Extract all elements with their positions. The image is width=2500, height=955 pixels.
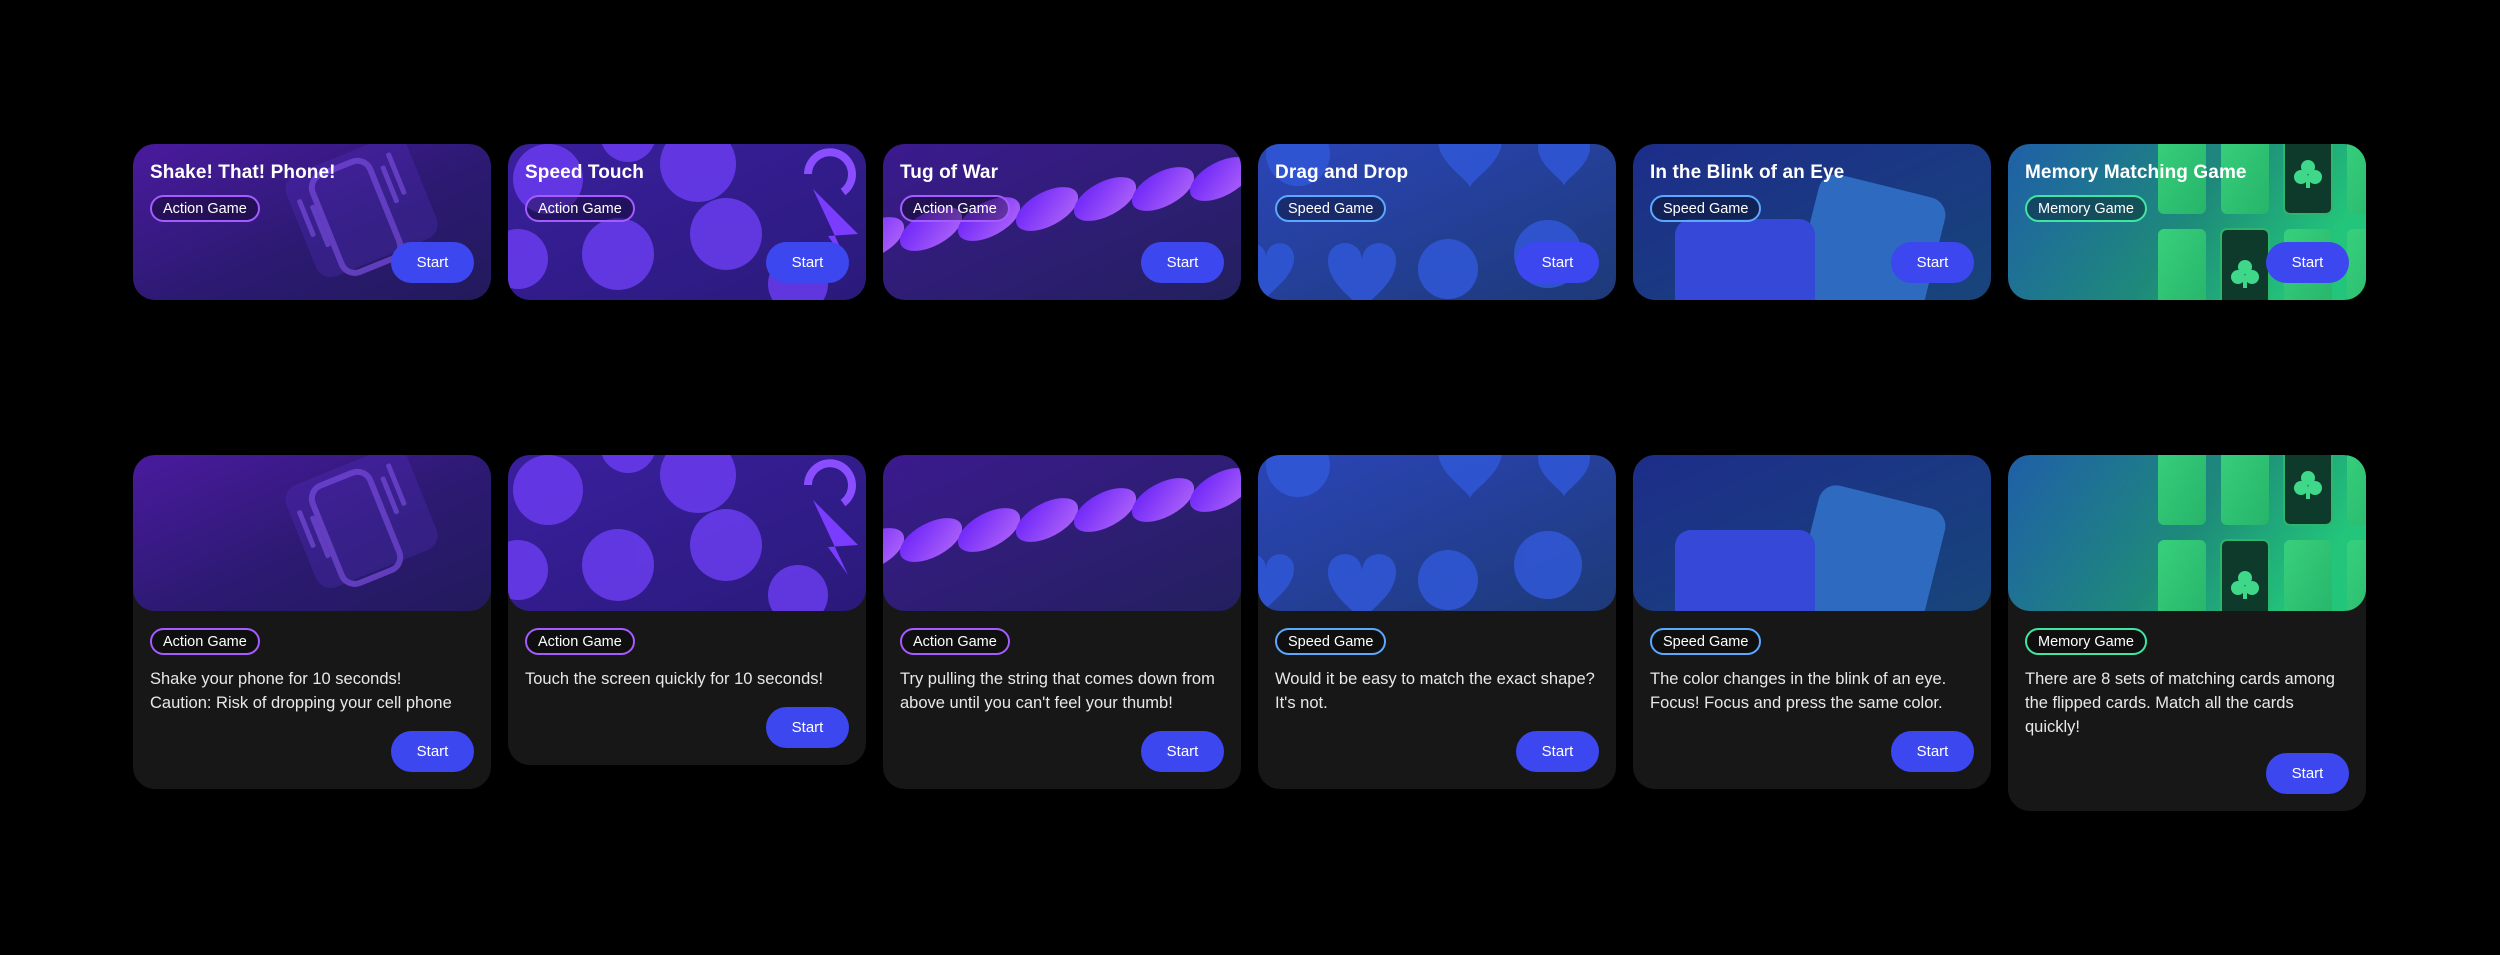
game-card-compact-shake[interactable]: Shake! That! Phone! Action Game Start [133, 144, 491, 300]
memory-artwork [2008, 455, 2366, 611]
start-button[interactable]: Start [2266, 242, 2349, 283]
description-line: Would it be easy to match the exact shap… [1275, 670, 1595, 688]
genre-badge: Speed Game [1275, 195, 1387, 222]
game-card-detail-blink[interactable]: Speed Game The color changes in the blin… [1633, 455, 1991, 789]
description-line: Touch the screen quickly for 10 seconds! [525, 670, 824, 688]
start-button[interactable]: Start [766, 707, 849, 748]
game-description: There are 8 sets of matching cards among… [2025, 667, 2349, 739]
description-line: Caution: Risk of dropping your cell phon… [150, 694, 452, 712]
card-body: Action Game Try pulling the string that … [883, 611, 1241, 715]
game-description: Would it be easy to match the exact shap… [1275, 667, 1599, 715]
genre-badge: Action Game [900, 628, 1010, 655]
description-line: Shake your phone for 10 seconds! [150, 670, 402, 688]
description-line: There are 8 sets of matching cards among [2025, 670, 2335, 688]
blink-artwork [1633, 455, 1991, 611]
game-card-compact-memory[interactable]: Memory Matching Game Memory Game Start [2008, 144, 2366, 300]
start-button[interactable]: Start [766, 242, 849, 283]
game-card-compact-speed[interactable]: Speed Touch Action Game Start [508, 144, 866, 300]
game-card-compact-blink[interactable]: In the Blink of an Eye Speed Game Start [1633, 144, 1991, 300]
game-title: In the Blink of an Eye [1650, 162, 1845, 183]
genre-badge: Action Game [525, 628, 635, 655]
game-title: Shake! That! Phone! [150, 162, 336, 183]
description-line: Try pulling the string that comes down f… [900, 670, 1215, 688]
description-line: the flipped cards. Match all the cards [2025, 694, 2294, 712]
description-line: The color changes in the blink of an eye… [1650, 670, 1947, 688]
genre-badge: Action Game [150, 195, 260, 222]
description-line: above until you can't feel your thumb! [900, 694, 1173, 712]
game-card-detail-drag[interactable]: Speed Game Would it be easy to match the… [1258, 455, 1616, 789]
game-description: The color changes in the blink of an eye… [1650, 667, 1974, 715]
description-line: It's not. [1275, 694, 1328, 712]
card-body: Action Game Shake your phone for 10 seco… [133, 611, 491, 715]
game-description: Try pulling the string that comes down f… [900, 667, 1224, 715]
game-description: Shake your phone for 10 seconds! Caution:… [150, 667, 474, 715]
start-button[interactable]: Start [391, 731, 474, 772]
card-body: Speed Game The color changes in the blin… [1633, 611, 1991, 715]
start-button[interactable]: Start [2266, 753, 2349, 794]
game-card-detail-speed[interactable]: Action Game Touch the screen quickly for… [508, 455, 866, 765]
start-button[interactable]: Start [1516, 242, 1599, 283]
speed-artwork [508, 455, 866, 611]
game-title: Memory Matching Game [2025, 162, 2247, 183]
start-button[interactable]: Start [1891, 242, 1974, 283]
game-description: Touch the screen quickly for 10 seconds! [525, 667, 849, 691]
shake-artwork [133, 455, 491, 611]
tug-artwork [883, 455, 1241, 611]
genre-badge: Action Game [525, 195, 635, 222]
start-button[interactable]: Start [391, 242, 474, 283]
card-body: Action Game Touch the screen quickly for… [508, 611, 866, 691]
start-button[interactable]: Start [1141, 242, 1224, 283]
start-button[interactable]: Start [1516, 731, 1599, 772]
start-button[interactable]: Start [1141, 731, 1224, 772]
game-card-detail-shake[interactable]: Action Game Shake your phone for 10 seco… [133, 455, 491, 789]
genre-badge: Speed Game [1275, 628, 1387, 655]
genre-badge: Action Game [150, 628, 260, 655]
game-card-detail-memory[interactable]: Memory Game There are 8 sets of matching… [2008, 455, 2366, 811]
genre-badge: Memory Game [2025, 628, 2147, 655]
genre-badge: Memory Game [2025, 195, 2147, 222]
game-title: Speed Touch [525, 162, 644, 183]
game-card-compact-drag[interactable]: Drag and Drop Speed Game Start [1258, 144, 1616, 300]
start-button[interactable]: Start [1891, 731, 1974, 772]
game-card-detail-tug[interactable]: Action Game Try pulling the string that … [883, 455, 1241, 789]
description-line: quickly! [2025, 718, 2081, 736]
drag-artwork [1258, 455, 1616, 611]
genre-badge: Speed Game [1650, 195, 1762, 222]
game-card-compact-tug[interactable]: Tug of War Action Game Start [883, 144, 1241, 300]
game-title: Drag and Drop [1275, 162, 1409, 183]
description-line: Focus! Focus and press the same color. [1650, 694, 1943, 712]
card-body: Speed Game Would it be easy to match the… [1258, 611, 1616, 715]
game-title: Tug of War [900, 162, 999, 183]
genre-badge: Action Game [900, 195, 1010, 222]
genre-badge: Speed Game [1650, 628, 1762, 655]
card-body: Memory Game There are 8 sets of matching… [2008, 611, 2366, 739]
